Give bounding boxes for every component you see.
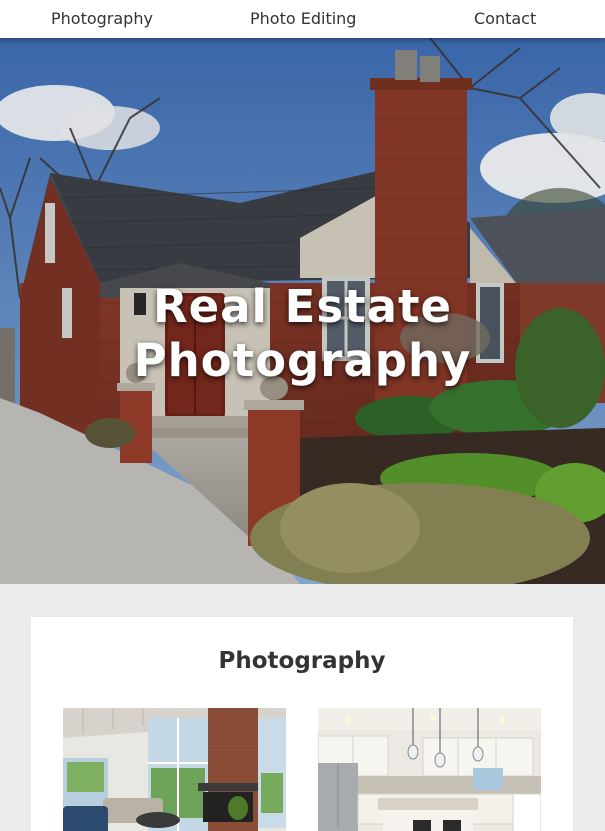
- hero-title-line-1: Real Estate: [152, 280, 453, 333]
- living-room-image: [63, 708, 286, 831]
- nav-link-photo-editing[interactable]: Photo Editing: [250, 9, 356, 28]
- kitchen-image: [318, 708, 541, 831]
- section-title: Photography: [218, 648, 386, 674]
- nav-link-contact[interactable]: Contact: [474, 9, 536, 28]
- top-nav: Photography Photo Editing Contact: [0, 0, 605, 38]
- kitchen-photo[interactable]: [318, 708, 541, 831]
- nav-link-photography[interactable]: Photography: [51, 9, 153, 28]
- living-room-photo[interactable]: [63, 708, 286, 831]
- photography-section: Photography: [31, 617, 573, 831]
- hero-title: Real Estate Photography: [0, 280, 605, 388]
- hero-title-line-2: Photography: [133, 334, 472, 387]
- hero-banner: Real Estate Photography: [0, 38, 605, 584]
